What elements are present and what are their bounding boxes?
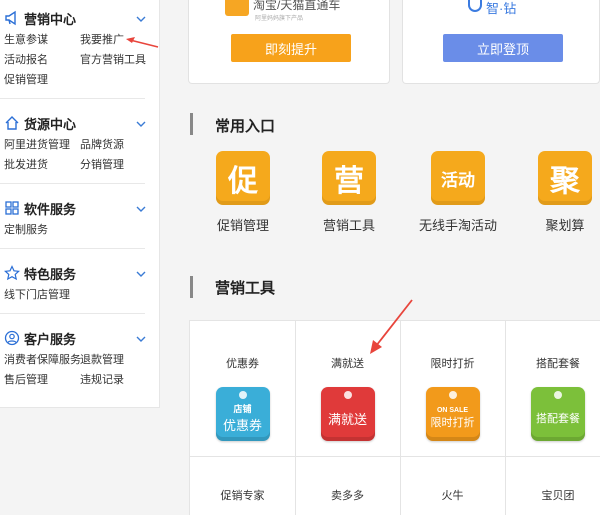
promo-icon: 促 [216,151,270,205]
tool-title: 火牛 [441,490,464,502]
tmall-logo-subtitle: 阿里妈妈旗下产品 [255,16,304,22]
marketing-tools-title: 营销工具 [215,280,276,297]
tool-title: 促销专家 [220,490,265,502]
sidebar-section-header[interactable]: 软件服务 [4,194,147,222]
tool-coupon[interactable]: 优惠券 店铺 优惠券 [190,321,296,457]
link-custom-service[interactable]: 定制服务 [4,222,80,238]
section-title: 营销中心 [24,11,77,27]
sidebar-section-sourcing: 货源中心 阿里进货管理 品牌货源 批发进货 分销管理 [0,99,147,184]
tmall-logo-text: 淘宝/天猫直通车 [253,0,341,12]
grid-icon [4,200,20,216]
entry-label: 营销工具 [322,218,375,233]
section-bar [190,276,193,298]
sidebar-section-featured: 特色服务 线下门店管理 [0,249,147,314]
chevron-down-icon[interactable] [135,117,147,129]
tool-huoniu[interactable]: 火牛 [400,457,506,515]
section-title: 软件服务 [24,201,77,217]
home-icon [4,115,20,131]
sidebar-section-header[interactable]: 营销中心 [4,4,147,32]
tmall-logo-mark-icon [225,0,249,16]
tool-full-gift[interactable]: 满就送 满就送 [295,321,401,457]
tool-maiduoduo[interactable]: 卖多多 [295,457,401,515]
entry-juhuasuan[interactable]: 聚 聚划算 [525,151,600,234]
sidebar-section-header[interactable]: 客户服务 [4,324,147,352]
tool-flash-discount[interactable]: 限时打折 ON SALE 限时打折 [400,321,506,457]
chevron-down-icon[interactable] [135,12,147,24]
entry-label: 无线手淘活动 [418,218,497,233]
zuanzhan-logo-text: 智·钻 [486,1,517,16]
link-offline-store[interactable]: 线下门店管理 [4,287,80,303]
tool-bundle[interactable]: 搭配套餐 搭配套餐 [505,321,600,457]
sidebar: 营销中心 生意参谋 我要推广 活动报名 官方营销工具 促销管理 货源中心 阿里进… [0,0,160,408]
tool-title: 卖多多 [331,490,364,502]
chevron-down-icon[interactable] [135,332,147,344]
link-refund[interactable]: 退款管理 [80,352,160,368]
badge-top-text: 店铺 [233,404,252,414]
badge-main-text: 搭配套餐 [536,413,580,425]
link-violations[interactable]: 违规记录 [80,372,160,388]
link-promote[interactable]: 我要推广 [80,32,160,48]
tool-title: 满就送 [331,358,364,370]
sidebar-section-software: 软件服务 定制服务 [0,184,147,249]
entry-marketing-tools[interactable]: 营 营销工具 [309,151,389,234]
link-brand-source[interactable]: 品牌货源 [80,137,160,153]
tool-promo-expert[interactable]: 促销专家 [190,457,296,515]
tmall-through-train-card: 淘宝/天猫直通车 阿里妈妈旗下产品 即刻提升 [188,0,390,84]
link-wholesale[interactable]: 批发进货 [4,157,80,173]
tool-baobeituan[interactable]: 宝贝团 [505,457,600,515]
star-icon [4,265,20,281]
link-consumer-protection[interactable]: 消费者保障服务 [4,352,81,368]
link-after-sales[interactable]: 售后管理 [4,372,80,388]
section-bar [190,113,193,135]
boost-now-button[interactable]: 即刻提升 [231,34,351,62]
tool-title: 限时打折 [430,358,475,370]
link-distribution[interactable]: 分销管理 [80,157,160,173]
entry-mobile-activity[interactable]: 活动 无线手淘活动 [418,151,498,234]
flash-discount-badge-icon: ON SALE 限时打折 [425,387,480,441]
link-business-advisor[interactable]: 生意参谋 [4,32,80,48]
badge-main-text: 限时打折 [430,416,475,429]
bundle-badge-icon: 搭配套餐 [531,387,585,441]
section-title: 特色服务 [24,266,77,282]
full-gift-badge-icon: 满就送 [320,387,375,441]
juhuasuan-icon: 聚 [538,151,592,205]
tool-title: 搭配套餐 [536,358,580,370]
link-activity-signup[interactable]: 活动报名 [4,52,80,68]
activity-icon: 活动 [431,151,485,205]
chevron-down-icon[interactable] [135,267,147,279]
link-promo-manage[interactable]: 促销管理 [4,72,80,88]
section-title: 客户服务 [24,331,77,347]
entry-label: 促销管理 [216,218,269,233]
badge-top-text: ON SALE [436,406,469,414]
link-ali-purchase[interactable]: 阿里进货管理 [4,137,80,153]
sidebar-section-customer: 客户服务 消费者保障服务 退款管理 售后管理 违规记录 [0,314,147,398]
tool-title: 优惠券 [226,358,259,370]
badge-main-text: 优惠券 [222,418,262,433]
megaphone-icon [4,10,20,26]
badge-main-text: 满就送 [327,411,367,427]
sidebar-section-marketing: 营销中心 生意参谋 我要推广 活动报名 官方营销工具 促销管理 [0,0,147,99]
section-title: 货源中心 [24,116,77,132]
marketing-tools-grid: 优惠券 店铺 优惠券 满就送 满就送 限时打折 ON SALE 限时打折 搭配套… [189,320,600,515]
page: 营销中心 生意参谋 我要推广 活动报名 官方营销工具 促销管理 货源中心 阿里进… [0,0,600,515]
tool-title: 宝贝团 [541,490,575,502]
sidebar-section-header[interactable]: 货源中心 [4,109,147,137]
common-entries-title: 常用入口 [215,118,276,135]
entry-label: 聚划算 [545,218,585,233]
chevron-down-icon[interactable] [135,202,147,214]
sidebar-section-header[interactable]: 特色服务 [4,259,147,287]
entry-promo-manage[interactable]: 促 促销管理 [203,151,283,234]
top-now-button[interactable]: 立即登顶 [443,34,563,62]
link-official-tools[interactable]: 官方营销工具 [80,52,160,68]
marketing-icon: 营 [322,151,376,205]
coupon-badge-icon: 店铺 优惠券 [215,387,270,441]
user-icon [4,330,20,346]
